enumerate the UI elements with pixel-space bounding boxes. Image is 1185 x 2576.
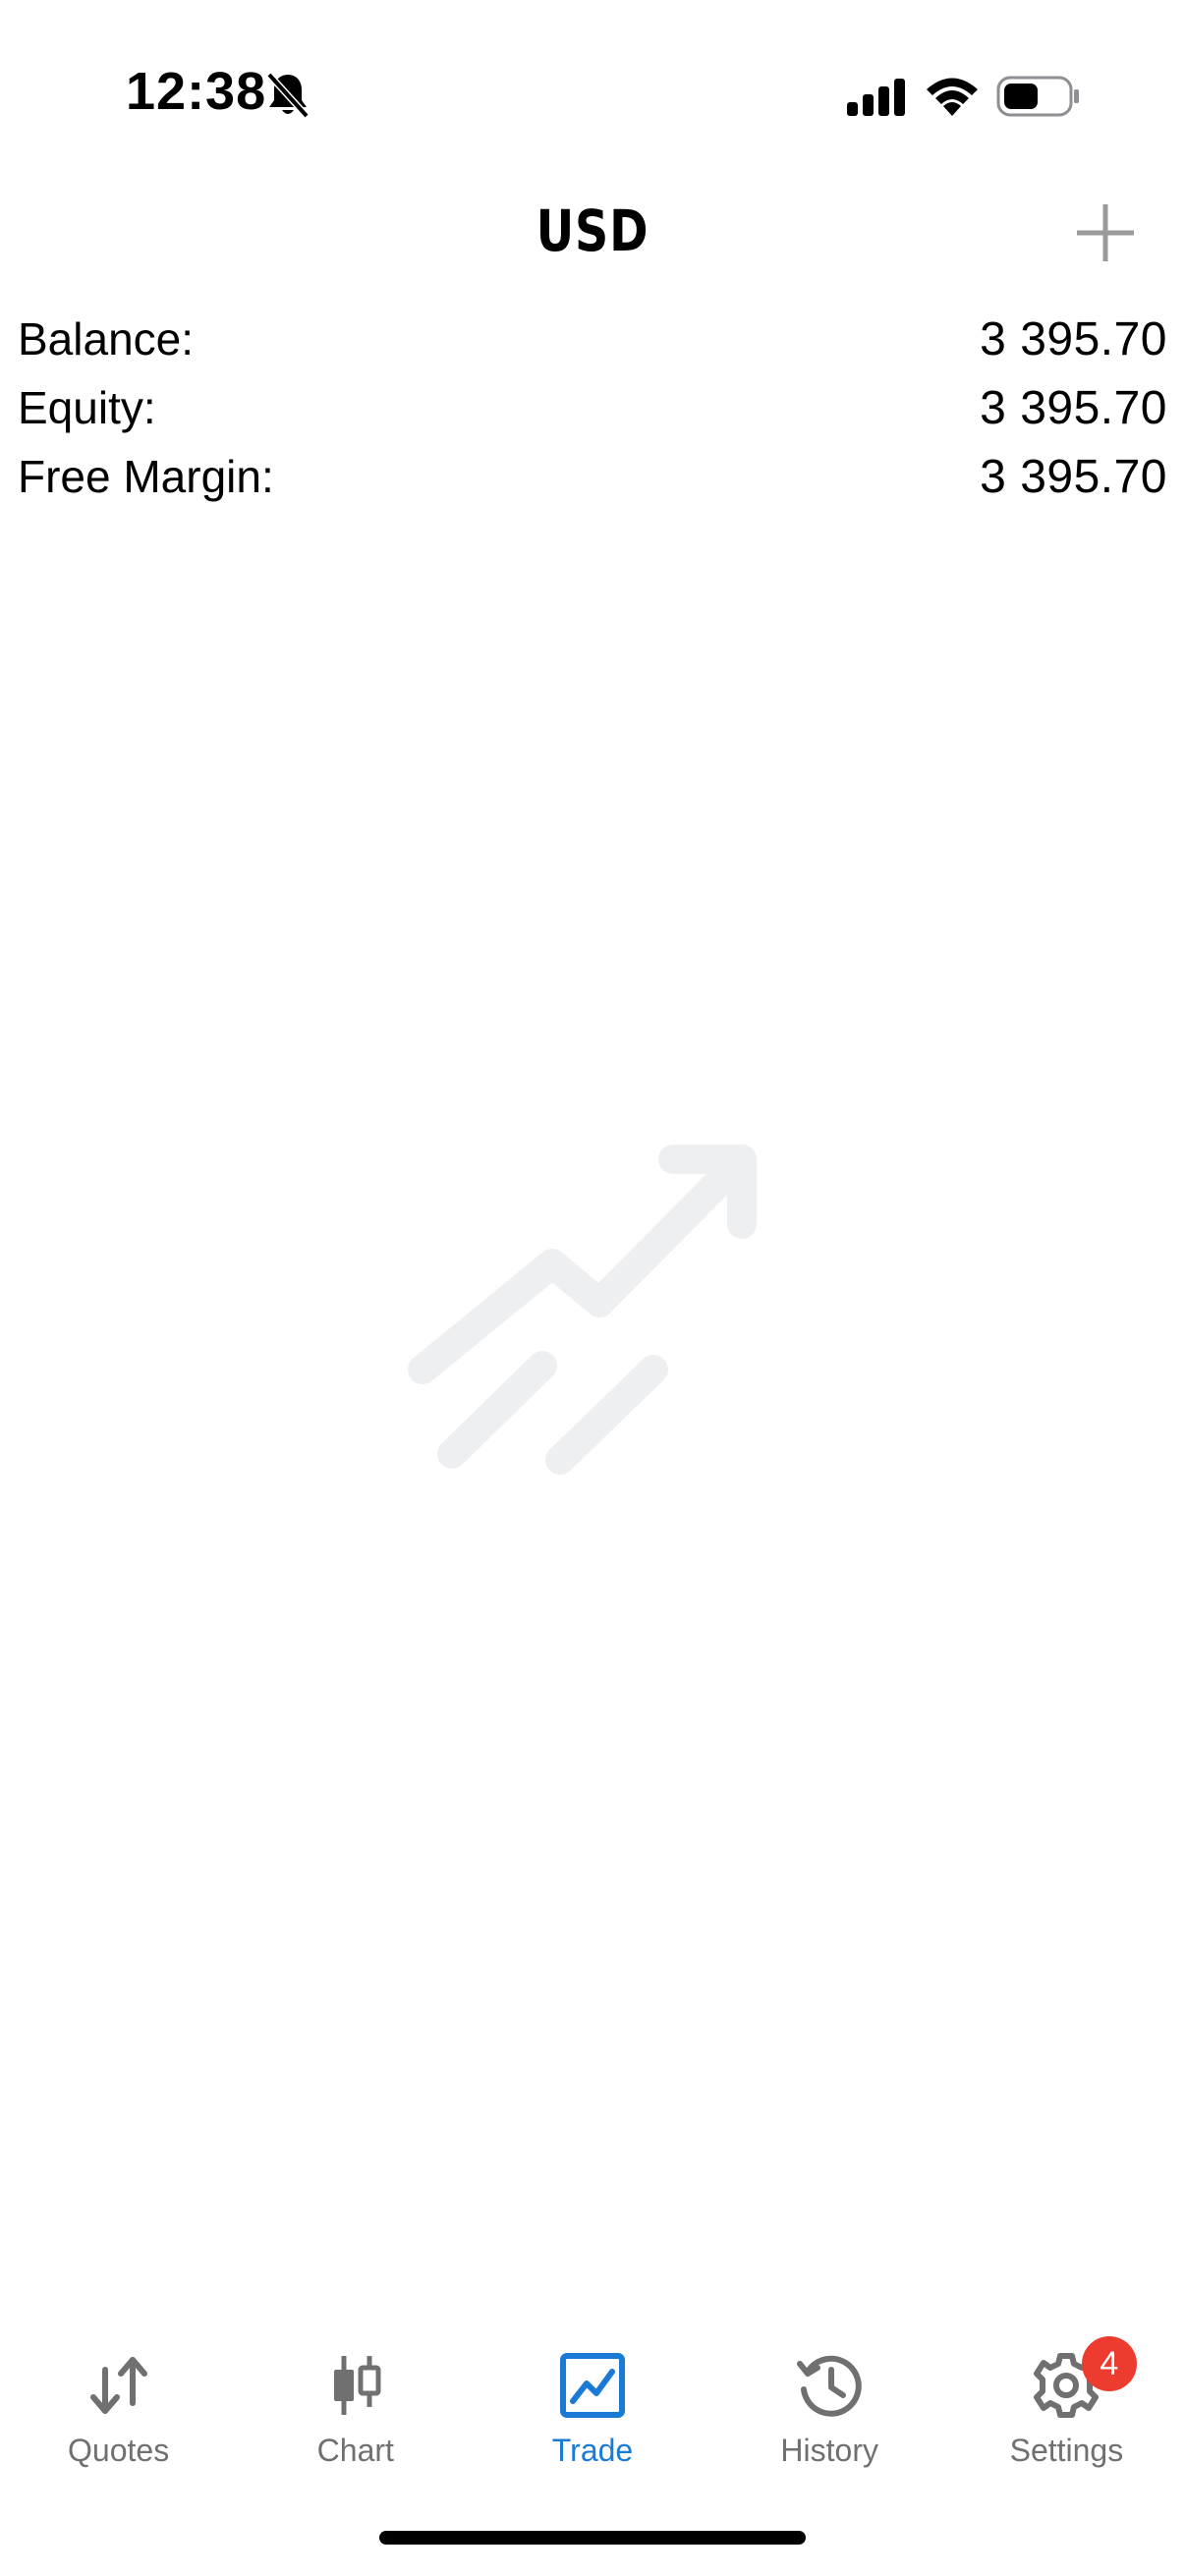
balance-row: Balance: 3 395.70 <box>18 305 1167 373</box>
tab-settings[interactable]: Settings 4 <box>948 2328 1185 2486</box>
trend-up-arrow-icon <box>408 1145 757 1475</box>
balance-value: 3 395.70 <box>980 312 1167 365</box>
candlestick-icon <box>333 2356 381 2415</box>
free-margin-label: Free Margin: <box>18 451 274 502</box>
equity-value: 3 395.70 <box>980 381 1167 434</box>
plus-icon <box>1077 204 1134 261</box>
trade-chart-icon <box>560 2353 625 2418</box>
balance-label: Balance: <box>18 313 195 364</box>
tab-chart-label: Chart <box>316 2433 394 2468</box>
bell-off-icon <box>266 72 310 119</box>
tab-history-label: History <box>780 2433 878 2468</box>
signal-icon <box>847 79 905 116</box>
trade-screen: 12:38 USD Balance: 3 395.70 Equity: 3 39… <box>0 0 1185 2576</box>
page-title: USD <box>536 197 649 264</box>
tab-trade[interactable]: Trade <box>474 2328 710 2486</box>
equity-label: Equity: <box>18 382 156 433</box>
equity-row: Equity: 3 395.70 <box>18 373 1167 442</box>
history-icon <box>797 2355 862 2417</box>
free-margin-row: Free Margin: 3 395.70 <box>18 442 1167 511</box>
tab-settings-label: Settings <box>1009 2433 1124 2468</box>
tab-quotes[interactable]: Quotes <box>0 2328 237 2486</box>
arrows-up-down-icon <box>89 2357 147 2414</box>
account-summary: Balance: 3 395.70 Equity: 3 395.70 Free … <box>18 305 1167 511</box>
tab-bar: Quotes Chart Trade History Settings 4 <box>0 2328 1185 2486</box>
home-indicator[interactable] <box>379 2531 806 2545</box>
free-margin-value: 3 395.70 <box>980 450 1167 503</box>
tab-history[interactable]: History <box>711 2328 948 2486</box>
settings-badge: 4 <box>1081 2336 1137 2391</box>
add-button[interactable] <box>1071 198 1140 267</box>
battery-icon <box>996 76 1079 117</box>
status-bar: 12:38 <box>0 0 1185 187</box>
tab-chart[interactable]: Chart <box>237 2328 474 2486</box>
tab-quotes-label: Quotes <box>68 2433 170 2468</box>
status-time: 12:38 <box>126 62 267 121</box>
wifi-icon <box>927 78 978 116</box>
tab-trade-label: Trade <box>551 2433 634 2468</box>
